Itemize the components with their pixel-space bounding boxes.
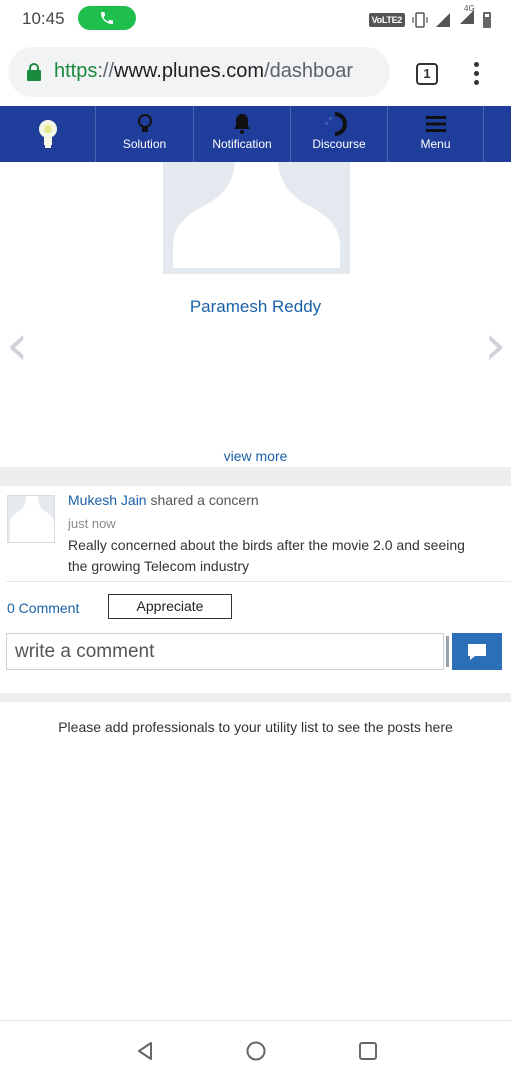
lock-icon [27, 63, 41, 81]
nav-notification-label: Notification [212, 137, 272, 151]
overflow-menu-icon[interactable] [473, 62, 479, 85]
send-comment-button[interactable] [452, 633, 502, 670]
avatar-placeholder-icon [8, 496, 54, 542]
nav-discourse-label: Discourse [312, 137, 366, 151]
url-path: /dashboar [264, 60, 354, 82]
network-4g-signal: 4G [458, 4, 476, 30]
comment-count-link[interactable]: 0 Comment [7, 600, 79, 616]
post-divider [6, 581, 511, 582]
post-author-link[interactable]: Mukesh Jain [68, 492, 147, 508]
back-icon[interactable] [133, 1039, 157, 1063]
url-host: www.plunes.com [114, 60, 265, 82]
bell-icon [234, 114, 250, 134]
comment-input[interactable]: write a comment [6, 633, 444, 670]
profile-name[interactable]: Paramesh Reddy [0, 297, 511, 317]
post-timestamp: just now [68, 516, 116, 531]
lightbulb-logo-icon [38, 120, 57, 148]
post-body: Really concerned about the birds after t… [68, 537, 465, 574]
recents-icon[interactable] [356, 1039, 380, 1063]
appreciate-button[interactable]: Appreciate [108, 594, 232, 619]
status-bar: 10:45 VoLTE2 4G [0, 0, 511, 38]
volte-badge: VoLTE2 [368, 12, 405, 27]
home-icon[interactable] [244, 1039, 268, 1063]
status-time: 10:45 [22, 9, 65, 28]
carousel-next-icon[interactable]: › [484, 318, 506, 374]
url-scheme: https [54, 60, 98, 82]
chat-bubble-icon [468, 643, 486, 660]
app-nav-bar: Solution Notification Discourse Menu [0, 106, 511, 162]
nav-menu[interactable]: Menu [388, 106, 484, 162]
url-separator: :// [97, 60, 115, 82]
view-more-link[interactable]: view more [0, 448, 511, 464]
profile-avatar[interactable] [163, 162, 350, 274]
nav-menu-label: Menu [420, 137, 451, 151]
tab-switcher-button[interactable]: 1 [416, 63, 438, 85]
lightbulb-icon [137, 114, 152, 132]
hamburger-icon [425, 116, 446, 132]
browser-toolbar: https://www.plunes.com/dashboar 1 [0, 38, 511, 106]
scrollbar-handle [446, 636, 449, 667]
post-author-avatar[interactable] [7, 495, 55, 543]
signal-icon [436, 12, 450, 27]
vibrate-icon [412, 11, 428, 28]
status-icons: VoLTE2 4G [368, 4, 491, 30]
network-type-label: 4G [464, 4, 475, 13]
post-action-text: shared a concern [146, 492, 259, 508]
nav-solution[interactable]: Solution [96, 106, 194, 162]
url-text[interactable]: https://www.plunes.com/dashboar [54, 60, 353, 83]
nav-notification[interactable]: Notification [194, 106, 291, 162]
battery-icon [483, 11, 491, 28]
nav-discourse[interactable]: Discourse [291, 106, 388, 162]
home-logo-button[interactable] [0, 106, 96, 162]
system-nav-bar [0, 1020, 511, 1080]
phone-icon [101, 12, 113, 24]
post-header: Mukesh Jain shared a concern [68, 492, 259, 508]
ongoing-call-indicator[interactable] [78, 6, 136, 30]
discourse-icon [325, 112, 347, 136]
section-divider [0, 467, 511, 486]
avatar-placeholder-icon [163, 162, 350, 274]
carousel-prev-icon[interactable]: ‹ [6, 318, 28, 374]
address-bar[interactable]: https://www.plunes.com/dashboar [8, 47, 390, 97]
empty-feed-message: Please add professionals to your utility… [58, 719, 453, 735]
section-divider-2 [0, 693, 511, 702]
nav-solution-label: Solution [122, 137, 167, 151]
